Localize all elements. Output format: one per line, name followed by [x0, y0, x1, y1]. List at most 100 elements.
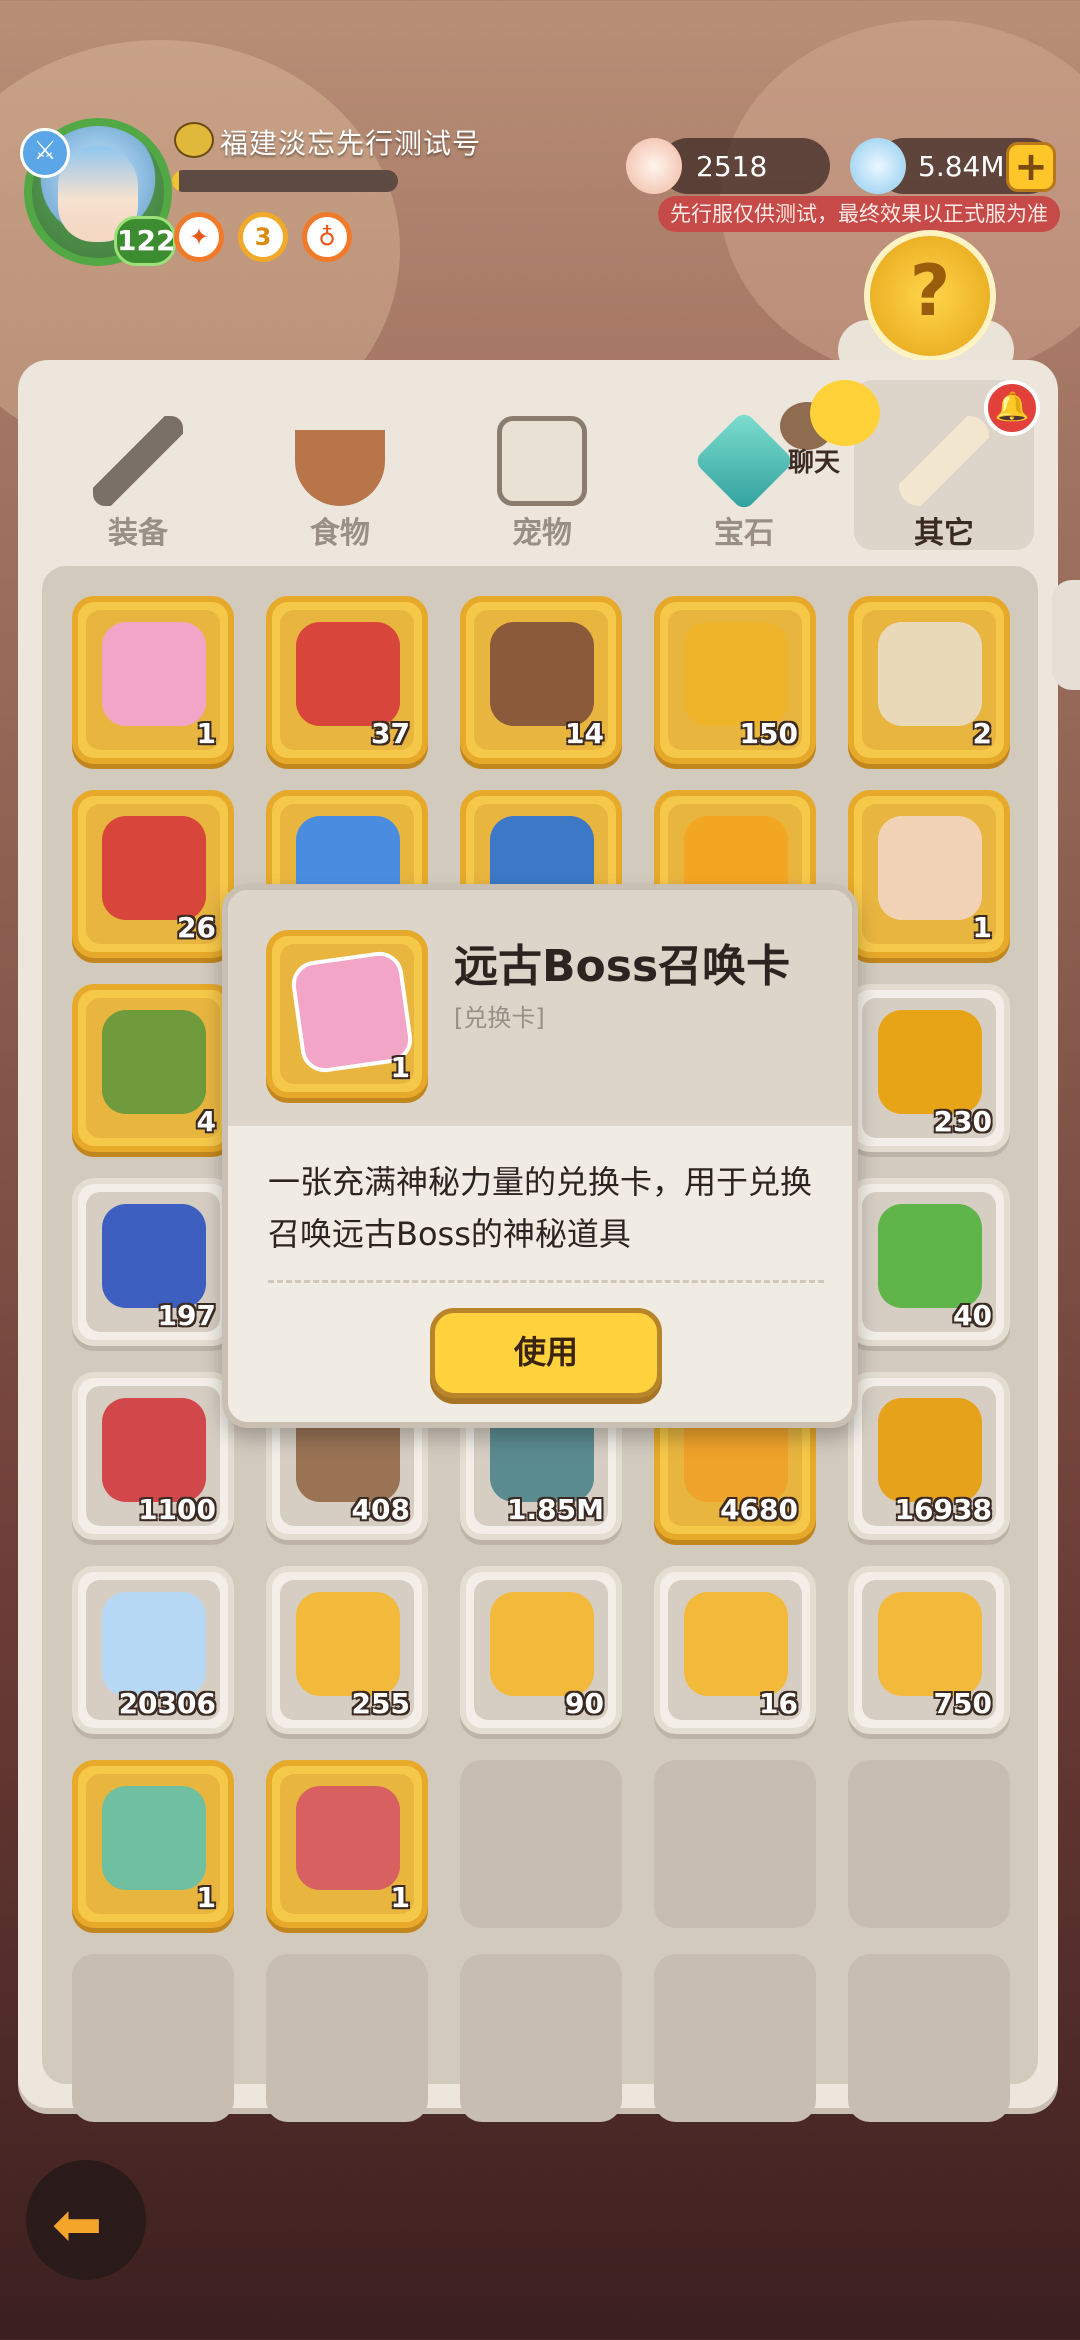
buff-icon[interactable]: ✦: [174, 212, 224, 262]
chick-stamp-icon: [684, 1592, 788, 1696]
item-slot[interactable]: 1100: [72, 1372, 234, 1540]
item-count: 90: [565, 1687, 604, 1720]
stamp-icon: [296, 1592, 400, 1696]
item-slot: [848, 1954, 1010, 2122]
shield-buff-icon[interactable]: ♁: [302, 212, 352, 262]
red-ticket-icon: [102, 1398, 206, 1502]
item-slot: [266, 1954, 428, 2122]
notification-bell-icon[interactable]: 🔔: [984, 380, 1040, 436]
gold-coin-icon: [684, 622, 788, 726]
item-slot[interactable]: 1: [266, 1760, 428, 1928]
crystal-amount: 5.84M: [918, 149, 1005, 183]
chat-label: 聊天: [788, 448, 841, 478]
item-slot[interactable]: 14: [460, 596, 622, 764]
item-slot[interactable]: 230: [848, 984, 1010, 1152]
pink-card-icon: [102, 622, 206, 726]
item-slot[interactable]: 26: [72, 790, 234, 958]
item-slot[interactable]: 1: [848, 790, 1010, 958]
item-slot[interactable]: 16: [654, 1566, 816, 1734]
player-level: 122: [114, 216, 176, 266]
item-slot[interactable]: 197: [72, 1178, 234, 1346]
item-slot: [848, 1760, 1010, 1928]
item-count: 16938: [894, 1493, 992, 1526]
tab-label: 食物: [310, 516, 370, 551]
item-slot[interactable]: 150: [654, 596, 816, 764]
popup-title: 远古Boss召唤卡: [454, 941, 791, 992]
item-slot[interactable]: 90: [460, 1566, 622, 1734]
side-drawer-handle[interactable]: [1052, 580, 1080, 690]
pearl-amount: 2518: [696, 149, 768, 183]
red-chest-icon: [102, 816, 206, 920]
item-count: 1: [196, 1881, 216, 1914]
tab-label: 宠物: [512, 516, 572, 551]
item-count: 14: [565, 717, 604, 750]
item-slot: [654, 1760, 816, 1928]
plus-icon[interactable]: +: [1006, 142, 1056, 192]
back-button[interactable]: ⬅: [26, 2160, 146, 2280]
test-server-notice: 先行服仅供测试，最终效果以正式服为准: [658, 196, 1060, 232]
item-count: 197: [157, 1299, 216, 1332]
status-icons: ✦ 3 ♁: [174, 212, 352, 262]
blue-rune-stone-icon: [102, 1204, 206, 1308]
crystal-icon: [850, 138, 906, 194]
item-slot[interactable]: 4: [72, 984, 234, 1152]
item-slot[interactable]: 1: [72, 596, 234, 764]
island-scene-icon: [102, 1786, 206, 1890]
tab-label: 宝石: [714, 516, 774, 551]
tab-pets[interactable]: 宠物: [452, 380, 632, 551]
rank-icon: [174, 122, 214, 158]
token-icon[interactable]: 3: [238, 212, 288, 262]
item-slot[interactable]: 20306: [72, 1566, 234, 1734]
item-count: 4680: [720, 1493, 798, 1526]
tab-label: 装备: [108, 516, 168, 551]
bone-icon: [899, 416, 989, 506]
sword-icon: ⚔: [20, 128, 70, 178]
item-count: 1: [390, 1881, 410, 1914]
item-count: 37: [371, 717, 410, 750]
chat-button[interactable]: 聊天: [780, 380, 890, 480]
item-slot[interactable]: 37: [266, 596, 428, 764]
category-tabs: 装备 食物 宠物 宝石 其它: [40, 380, 1040, 551]
brown-chest-icon: [490, 622, 594, 726]
item-slot[interactable]: 750: [848, 1566, 1010, 1734]
red-chest-icon: [296, 622, 400, 726]
item-slot: [72, 1954, 234, 2122]
item-count: 2: [972, 717, 992, 750]
item-slot: [460, 1954, 622, 2122]
face-stamp-icon: [878, 1592, 982, 1696]
item-count: 40: [953, 1299, 992, 1332]
popup-description: 一张充满神秘力量的兑换卡，用于兑换召唤远古Boss的神秘道具: [268, 1163, 813, 1253]
use-button[interactable]: 使用: [430, 1308, 662, 1398]
item-slot[interactable]: 40: [848, 1178, 1010, 1346]
xp-bar: [172, 170, 398, 192]
whale-scene-icon: [296, 1786, 400, 1890]
item-count: 4: [196, 1105, 216, 1138]
item-count: 255: [351, 1687, 410, 1720]
item-count: 750: [933, 1687, 992, 1720]
item-count: 20306: [118, 1687, 216, 1720]
item-slot[interactable]: 16938: [848, 1372, 1010, 1540]
tab-food[interactable]: 食物: [250, 380, 430, 551]
tab-label: 其它: [914, 516, 974, 551]
rainbow-crystal-icon: [102, 1592, 206, 1696]
pearl-currency: 2518: [660, 138, 830, 194]
stone-golem-icon: [102, 1010, 206, 1114]
green-ticket-icon: [878, 1204, 982, 1308]
item-count: 230: [933, 1105, 992, 1138]
skull-icon: [497, 416, 587, 506]
item-slot: [460, 1760, 622, 1928]
item-slot[interactable]: 1: [72, 1760, 234, 1928]
hammer-icon: [93, 416, 183, 506]
item-slot[interactable]: 255: [266, 1566, 428, 1734]
tab-equipment[interactable]: 装备: [48, 380, 228, 551]
popup-item-count: 1: [390, 1051, 410, 1084]
item-count: 1.85M: [507, 1493, 604, 1526]
caveman-portrait-icon: [878, 816, 982, 920]
mystery-coin-icon[interactable]: ?: [864, 230, 996, 362]
player-name: 福建淡忘先行测试号: [220, 127, 482, 160]
item-slot[interactable]: 2: [848, 596, 1010, 764]
popup-item-slot: 1: [266, 930, 428, 1098]
item-count: 1: [196, 717, 216, 750]
back-arrow-icon: ⬅: [52, 2190, 103, 2260]
goggles-stamp-icon: [490, 1592, 594, 1696]
